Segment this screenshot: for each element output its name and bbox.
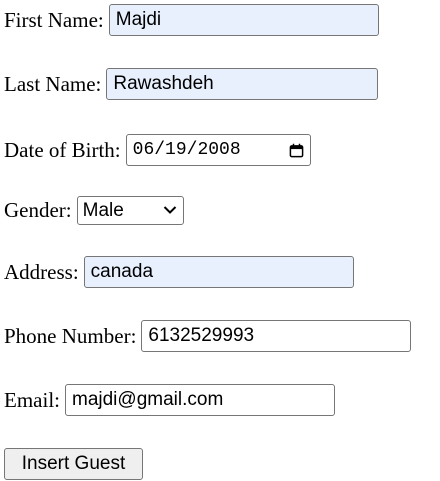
date-of-birth-input[interactable]: 06/19/2008 [125, 134, 311, 166]
date-of-birth-value: 06/19/2008 [132, 140, 241, 160]
email-value: majdi@gmail.com [72, 389, 224, 410]
address-input[interactable]: canada [83, 256, 354, 288]
gender-select[interactable]: Male [76, 195, 184, 225]
first-name-value: Majdi [115, 9, 162, 30]
email-input[interactable]: majdi@gmail.com [65, 384, 335, 416]
address-label: Address: [4, 260, 79, 284]
phone-number-label: Phone Number: [4, 324, 137, 348]
address-row: Address: canada [4, 256, 354, 288]
gender-row: Gender: Male [4, 194, 184, 226]
gender-selected-value: Male [82, 199, 124, 221]
last-name-value: Rawashdeh [113, 73, 214, 94]
email-label: Email: [4, 388, 60, 412]
last-name-label: Last Name: [4, 72, 102, 96]
chevron-down-icon [163, 206, 176, 214]
gender-label: Gender: [4, 198, 72, 222]
address-value: canada [90, 261, 154, 282]
last-name-row: Last Name: Rawashdeh [4, 68, 379, 100]
phone-number-input[interactable]: 6132529993 [141, 320, 412, 352]
phone-number-value: 6132529993 [148, 325, 255, 346]
insert-guest-button[interactable]: Insert Guest [4, 448, 143, 480]
date-of-birth-label: Date of Birth: [4, 138, 121, 162]
email-row: Email: majdi@gmail.com [4, 384, 335, 416]
phone-number-row: Phone Number: 6132529993 [4, 320, 412, 352]
calendar-icon[interactable] [289, 143, 304, 158]
first-name-row: First Name: Majdi [4, 4, 379, 36]
last-name-input[interactable]: Rawashdeh [106, 68, 379, 100]
first-name-label: First Name: [4, 8, 104, 32]
first-name-input[interactable]: Majdi [108, 4, 379, 36]
date-of-birth-row: Date of Birth: 06/19/2008 [4, 134, 311, 166]
